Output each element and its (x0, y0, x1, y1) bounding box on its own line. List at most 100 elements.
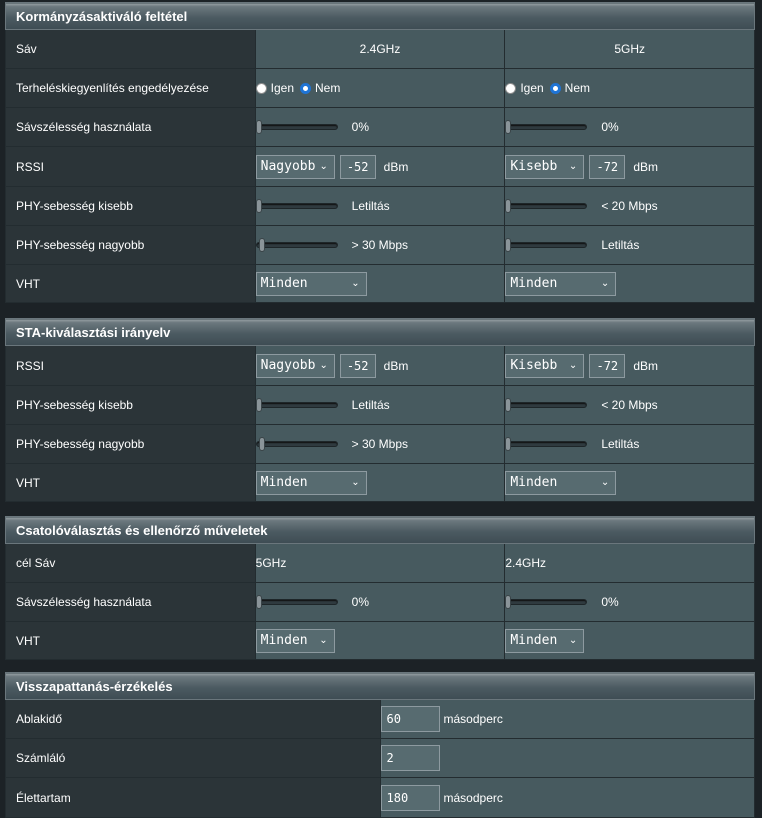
select-value: Minden (260, 475, 308, 490)
chevron-down-icon: ⌄ (351, 477, 360, 488)
select-value: Minden (510, 633, 558, 648)
chevron-down-icon: ⌄ (600, 278, 610, 289)
radio-no-5[interactable] (549, 82, 561, 94)
bandwidth-slider-24[interactable] (255, 595, 338, 609)
phy-less-label: PHY-sebesség kisebb (5, 385, 256, 425)
bandwidth-slider-24[interactable] (255, 120, 338, 134)
slider-thumb[interactable] (259, 238, 266, 252)
vht-select-5[interactable]: Minden ⌄ (505, 628, 585, 653)
radio-no-label: Nem (564, 81, 591, 95)
slider-thumb[interactable] (505, 199, 512, 213)
target-band-5: 2.4GHz (504, 543, 755, 583)
phy-greater-value-5: Letiltás (601, 238, 640, 252)
rssi-label: RSSI (5, 146, 256, 187)
chevron-down-icon: ⌄ (568, 161, 578, 172)
slider-thumb[interactable] (505, 398, 512, 412)
slider-thumb[interactable] (255, 199, 262, 213)
phy-greater-slider-24[interactable] (255, 437, 338, 451)
phy-greater-slider-24[interactable] (255, 238, 338, 252)
vht-select-24[interactable]: Minden ⌄ (255, 271, 367, 296)
bandwidth-slider-5[interactable] (505, 120, 588, 134)
radio-yes-label: Igen (520, 81, 544, 95)
band-5-value: 5GHz (504, 29, 755, 69)
window-time-unit: másodperc (443, 712, 503, 726)
slider-thumb[interactable] (505, 238, 512, 252)
window-time-label: Ablakidő (5, 699, 381, 739)
bandwidth-value-24: 0% (351, 120, 369, 134)
rssi-input-24[interactable]: -52 (339, 353, 376, 378)
rssi-compare-select-24[interactable]: Nagyobb ⌄ (255, 154, 335, 179)
dwell-time-input[interactable]: 180 (380, 784, 440, 811)
chevron-down-icon: ⌄ (351, 278, 360, 289)
phy-less-slider-24[interactable] (255, 199, 338, 213)
slider-thumb[interactable] (505, 437, 512, 451)
sta-selection-section: STA-kiválasztási irányelv RSSI Nagyobb ⌄ … (5, 318, 755, 502)
radio-no-label: Nem (315, 81, 341, 95)
phy-greater-slider-5[interactable] (505, 238, 588, 252)
phy-less-slider-24[interactable] (255, 398, 338, 412)
rssi-label: RSSI (5, 345, 256, 386)
vht-select-24[interactable]: Minden ⌄ (255, 470, 367, 495)
bandwidth-value-5: 0% (601, 120, 619, 134)
phy-greater-label: PHY-sebesség nagyobb (5, 225, 256, 265)
bandwidth-value-5: 0% (601, 595, 619, 609)
rssi-unit: dBm (383, 358, 409, 373)
vht-select-24[interactable]: Minden ⌄ (255, 628, 335, 653)
rssi-compare-select-5[interactable]: Kisebb ⌄ (505, 353, 585, 378)
select-value: Nagyobb (260, 358, 316, 373)
vht-select-5[interactable]: Minden ⌄ (505, 271, 617, 296)
select-value: Nagyobb (260, 159, 316, 174)
bandwidth-label: Sávszélesség használata (5, 582, 256, 622)
vht-label: VHT (5, 463, 256, 502)
slider-thumb[interactable] (255, 120, 262, 134)
rssi-unit: dBm (633, 358, 658, 373)
radio-yes-label: Igen (270, 81, 295, 95)
select-value: Kisebb (510, 358, 558, 373)
select-value: Minden (260, 276, 308, 291)
chevron-down-icon: ⌄ (319, 161, 328, 172)
bandwidth-value-24: 0% (351, 595, 369, 609)
rssi-input-5[interactable]: -72 (589, 154, 626, 179)
band-24-value: 2.4GHz (254, 29, 506, 69)
phy-less-slider-5[interactable] (505, 398, 588, 412)
load-balance-label: Terheléskiegyenlítés engedélyezése (5, 68, 256, 108)
phy-less-slider-5[interactable] (505, 199, 588, 213)
rssi-unit: dBm (383, 159, 409, 174)
rssi-input-24[interactable]: -52 (339, 154, 376, 179)
bounce-detect-section: Visszapattanás-érzékelés Ablakidő 60 más… (5, 672, 755, 818)
bandwidth-label: Sávszélesség használata (5, 107, 256, 147)
phy-greater-slider-5[interactable] (505, 437, 588, 451)
rssi-input-5[interactable]: -72 (589, 353, 626, 378)
vht-label: VHT (5, 621, 256, 660)
section-title: STA-kiválasztási irányelv (5, 318, 755, 346)
bandwidth-slider-5[interactable] (505, 595, 588, 609)
window-time-input[interactable]: 60 (380, 706, 440, 732)
slider-thumb[interactable] (259, 437, 266, 451)
radio-no-24[interactable] (300, 82, 312, 94)
phy-greater-label: PHY-sebesség nagyobb (5, 424, 256, 464)
slider-thumb[interactable] (505, 595, 512, 609)
phy-less-value-5: < 20 Mbps (601, 398, 658, 412)
dwell-time-unit: másodperc (443, 790, 503, 805)
slider-thumb[interactable] (255, 398, 262, 412)
rssi-compare-select-5[interactable]: Kisebb ⌄ (505, 154, 585, 179)
steering-trigger-section: Kormányzásaktiváló feltétel Sáv 2.4GHz 5… (5, 2, 755, 303)
counter-label: Számláló (5, 738, 381, 778)
rssi-compare-select-24[interactable]: Nagyobb ⌄ (255, 353, 335, 378)
section-title: Kormányzásaktiváló feltétel (5, 2, 755, 30)
chevron-down-icon: ⌄ (319, 360, 328, 371)
vht-label: VHT (5, 264, 256, 303)
section-title: Visszapattanás-érzékelés (5, 672, 755, 700)
chevron-down-icon: ⌄ (319, 635, 328, 646)
phy-less-value-5: < 20 Mbps (601, 199, 658, 213)
select-value: Minden (260, 633, 308, 648)
radio-yes-5[interactable] (505, 82, 517, 94)
select-value: Kisebb (510, 159, 558, 174)
slider-thumb[interactable] (505, 120, 512, 134)
radio-yes-24[interactable] (255, 82, 267, 94)
slider-thumb[interactable] (255, 595, 262, 609)
vht-select-5[interactable]: Minden ⌄ (505, 470, 617, 495)
dwell-time-label: Élettartam (5, 777, 381, 818)
counter-input[interactable]: 2 (380, 745, 440, 771)
phy-greater-value-5: Letiltás (601, 437, 640, 451)
